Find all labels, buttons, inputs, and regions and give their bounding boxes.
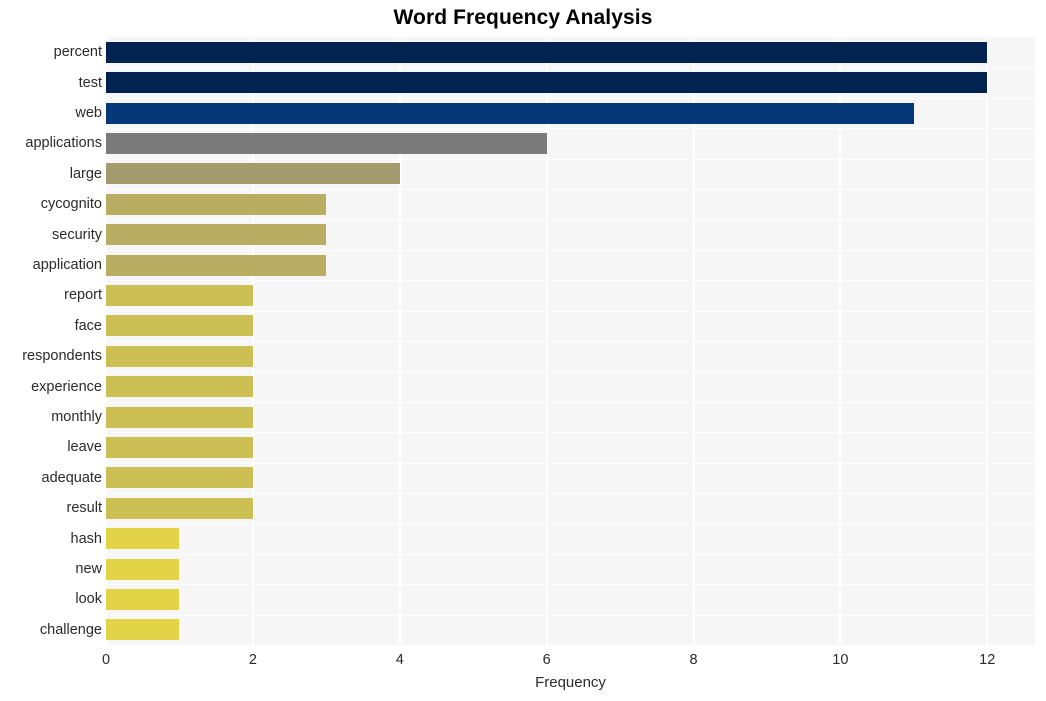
plot-area <box>105 37 1035 645</box>
bar <box>106 163 400 185</box>
bar <box>106 315 253 337</box>
y-tick-label: report <box>64 287 102 304</box>
y-tick-label: test <box>78 74 102 91</box>
word-frequency-chart-figure: Word Frequency Analysis percent test web ap… <box>0 0 1046 701</box>
y-tick-label: respondents <box>22 348 102 365</box>
x-tick-label: 8 <box>689 652 698 668</box>
y-tick-label: application <box>32 257 102 273</box>
y-tick-label: challenge <box>39 621 102 638</box>
y-tick-label: experience <box>31 378 102 395</box>
x-tick-label: 6 <box>542 652 551 668</box>
bar <box>106 619 180 641</box>
y-tick-label: large <box>69 165 102 182</box>
bar <box>106 558 180 580</box>
bar <box>106 224 327 246</box>
bar <box>106 497 253 519</box>
y-tick-label: monthly <box>51 409 102 425</box>
bar <box>106 345 253 367</box>
bar <box>106 588 180 610</box>
y-tick-label: look <box>75 591 102 608</box>
bar-series <box>106 37 1035 645</box>
bar <box>106 132 547 154</box>
bar <box>106 254 327 276</box>
x-tick-label: 12 <box>979 652 996 668</box>
bar <box>106 72 988 94</box>
bar <box>106 102 914 124</box>
y-tick-label: leave <box>67 439 102 456</box>
bar <box>106 376 253 398</box>
x-tick-label: 10 <box>832 652 849 668</box>
bar <box>106 467 253 489</box>
y-tick-label: cycognito <box>40 196 102 213</box>
x-axis: 0 2 4 6 8 10 12 <box>102 645 1035 671</box>
y-tick-label: new <box>75 561 102 577</box>
x-tick-label: 4 <box>395 652 404 668</box>
bar <box>106 436 253 458</box>
y-tick-label: result <box>66 500 102 517</box>
y-tick-label: face <box>74 317 102 334</box>
y-axis: percent test web applications large cycognito… <box>0 37 102 645</box>
x-axis-title: Frequency <box>535 674 606 691</box>
y-tick-label: web <box>75 105 102 121</box>
bar <box>106 41 988 63</box>
bar <box>106 406 253 428</box>
x-tick-label: 0 <box>101 652 111 668</box>
y-tick-label: applications <box>25 135 102 152</box>
y-tick-label: hash <box>70 530 102 547</box>
y-tick-label: adequate <box>41 469 102 486</box>
y-tick-label: security <box>52 226 102 243</box>
x-tick-label: 2 <box>248 652 257 668</box>
bar <box>106 193 327 215</box>
bar <box>106 528 180 550</box>
y-tick-label: percent <box>53 44 102 61</box>
bar <box>106 284 253 306</box>
chart-title: Word Frequency Analysis <box>393 6 653 29</box>
